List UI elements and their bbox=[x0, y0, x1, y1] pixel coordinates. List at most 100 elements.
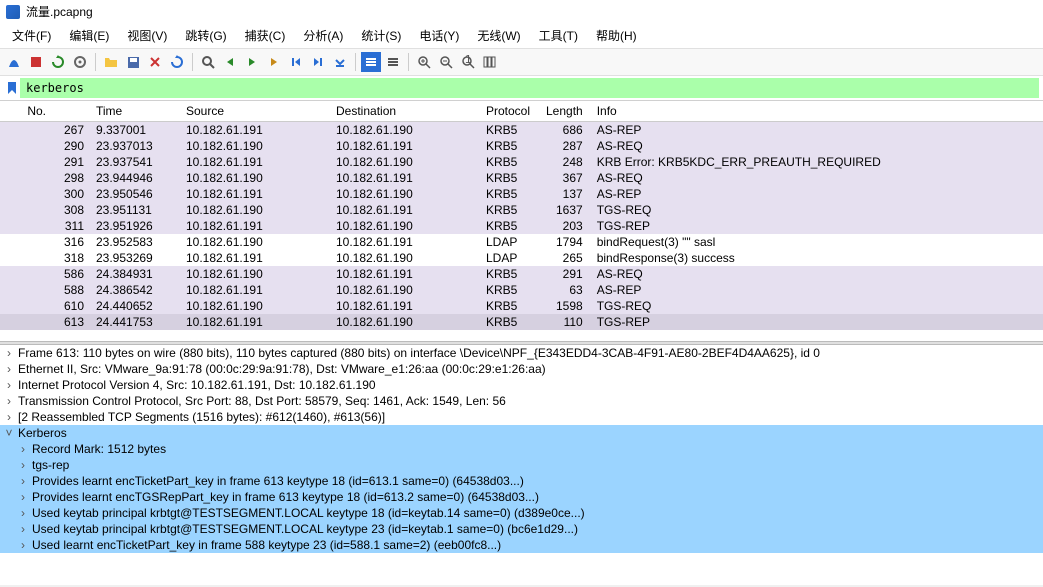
packet-row[interactable]: 31123.95192610.182.61.19110.182.61.190KR… bbox=[0, 218, 1043, 234]
detail-line[interactable]: › Frame 613: 110 bytes on wire (880 bits)… bbox=[0, 345, 1043, 361]
col-header-protocol[interactable]: Protocol bbox=[480, 101, 540, 122]
detail-text: Used keytab principal krbtgt@TESTSEGMENT… bbox=[32, 522, 578, 536]
menu-file[interactable]: 文件(F) bbox=[4, 25, 59, 46]
tree-twist-icon[interactable]: › bbox=[18, 474, 28, 488]
packet-row[interactable]: 58624.38493110.182.61.19010.182.61.191KR… bbox=[0, 266, 1043, 282]
open-file-icon[interactable] bbox=[101, 52, 121, 72]
colorize-icon[interactable] bbox=[361, 52, 381, 72]
tree-twist-icon[interactable]: › bbox=[4, 378, 14, 392]
detail-line[interactable]: › [2 Reassembled TCP Segments (1516 bytes… bbox=[0, 409, 1043, 425]
detail-text: Used learnt encTicketPart_key in frame 5… bbox=[32, 538, 501, 552]
tree-twist-icon[interactable]: › bbox=[18, 522, 28, 536]
tree-twist-icon[interactable]: › bbox=[18, 458, 28, 472]
detail-line[interactable]: › Used keytab principal krbtgt@TESTSEGMEN… bbox=[0, 521, 1043, 537]
packet-row[interactable]: 61324.44175310.182.61.19110.182.61.190KR… bbox=[0, 314, 1043, 330]
detail-text: Provides learnt encTicketPart_key in fra… bbox=[32, 474, 524, 488]
toolbar-separator bbox=[95, 53, 96, 71]
tree-twist-icon[interactable]: › bbox=[18, 490, 28, 504]
col-header-source[interactable]: Source bbox=[180, 101, 330, 122]
menu-analyze[interactable]: 分析(A) bbox=[295, 25, 351, 46]
tree-twist-icon[interactable]: › bbox=[4, 394, 14, 408]
tree-twist-icon[interactable]: › bbox=[18, 442, 28, 456]
packet-row[interactable]: 58824.38654210.182.61.19110.182.61.190KR… bbox=[0, 282, 1043, 298]
detail-text: Used keytab principal krbtgt@TESTSEGMENT… bbox=[32, 506, 585, 520]
menu-help[interactable]: 帮助(H) bbox=[588, 25, 645, 46]
last-packet-icon[interactable] bbox=[308, 52, 328, 72]
detail-line[interactable]: › Provides learnt encTicketPart_key in fr… bbox=[0, 473, 1043, 489]
display-filter-input[interactable] bbox=[20, 78, 1039, 98]
detail-line[interactable]: › tgs-rep bbox=[0, 457, 1043, 473]
packet-list[interactable]: No. Time Source Destination Protocol Len… bbox=[0, 101, 1043, 341]
close-file-icon[interactable] bbox=[145, 52, 165, 72]
tree-twist-icon[interactable]: › bbox=[4, 362, 14, 376]
zoom-out-icon[interactable] bbox=[436, 52, 456, 72]
packet-row[interactable]: 31623.95258310.182.61.19010.182.61.191LD… bbox=[0, 234, 1043, 250]
tree-twist-icon[interactable]: ˅ bbox=[4, 426, 14, 440]
packet-list-header[interactable]: No. Time Source Destination Protocol Len… bbox=[0, 101, 1043, 122]
find-icon[interactable] bbox=[198, 52, 218, 72]
packet-row[interactable]: 29823.94494610.182.61.19010.182.61.191KR… bbox=[0, 170, 1043, 186]
detail-line[interactable]: ›Record Mark: 1512 bytes bbox=[0, 441, 1043, 457]
detail-line[interactable]: › Provides learnt encTGSRepPart_key in fr… bbox=[0, 489, 1043, 505]
menu-tools[interactable]: 工具(T) bbox=[531, 25, 586, 46]
svg-text:1: 1 bbox=[465, 55, 472, 66]
detail-text: [2 Reassembled TCP Segments (1516 bytes)… bbox=[18, 410, 385, 424]
detail-text: tgs-rep bbox=[32, 458, 69, 472]
col-header-time[interactable]: Time bbox=[90, 101, 180, 122]
packet-row[interactable]: 30823.95113110.182.61.19010.182.61.191KR… bbox=[0, 202, 1043, 218]
menu-telephony[interactable]: 电话(Y) bbox=[411, 25, 467, 46]
toolbar-separator bbox=[408, 53, 409, 71]
packet-row[interactable]: 2679.33700110.182.61.19110.182.61.190KRB… bbox=[0, 122, 1043, 139]
goto-packet-icon[interactable] bbox=[264, 52, 284, 72]
restart-capture-icon[interactable] bbox=[48, 52, 68, 72]
detail-text: Ethernet II, Src: VMware_9a:91:78 (00:0c… bbox=[18, 362, 546, 376]
zoom-reset-icon[interactable]: 1 bbox=[458, 52, 478, 72]
col-header-destination[interactable]: Destination bbox=[330, 101, 480, 122]
filter-bookmark-icon[interactable] bbox=[4, 80, 20, 96]
menu-go[interactable]: 跳转(G) bbox=[177, 25, 234, 46]
wireshark-icon bbox=[6, 5, 20, 19]
tree-twist-icon[interactable]: › bbox=[4, 410, 14, 424]
detail-text: Frame 613: 110 bytes on wire (880 bits),… bbox=[18, 346, 820, 360]
tree-twist-icon[interactable]: › bbox=[4, 346, 14, 360]
filter-bar bbox=[0, 76, 1043, 101]
reload-icon[interactable] bbox=[167, 52, 187, 72]
zoom-in-icon[interactable] bbox=[414, 52, 434, 72]
detail-line[interactable]: › Used learnt encTicketPart_key in frame … bbox=[0, 537, 1043, 553]
menu-stats[interactable]: 统计(S) bbox=[353, 25, 409, 46]
tree-twist-icon[interactable]: › bbox=[18, 538, 28, 552]
tree-twist-icon[interactable]: › bbox=[18, 506, 28, 520]
packet-details[interactable]: › Frame 613: 110 bytes on wire (880 bits)… bbox=[0, 345, 1043, 585]
next-packet-icon[interactable] bbox=[242, 52, 262, 72]
packet-row[interactable]: 61024.44065210.182.61.19010.182.61.191KR… bbox=[0, 298, 1043, 314]
detail-line[interactable]: ›Transmission Control Protocol, Src Port… bbox=[0, 393, 1043, 409]
resize-columns-icon[interactable] bbox=[480, 52, 500, 72]
menu-edit[interactable]: 编辑(E) bbox=[61, 25, 117, 46]
auto-scroll-live-icon[interactable] bbox=[383, 52, 403, 72]
detail-text: Provides learnt encTGSRepPart_key in fra… bbox=[32, 490, 539, 504]
menu-capture[interactable]: 捕获(C) bbox=[237, 25, 294, 46]
packet-row[interactable]: 29023.93701310.182.61.19010.182.61.191KR… bbox=[0, 138, 1043, 154]
col-header-length[interactable]: Length bbox=[540, 101, 591, 122]
detail-line[interactable]: › Ethernet II, Src: VMware_9a:91:78 (00:0… bbox=[0, 361, 1043, 377]
menu-wireless[interactable]: 无线(W) bbox=[469, 25, 528, 46]
detail-line[interactable]: ˅Kerberos bbox=[0, 425, 1043, 441]
capture-options-icon[interactable] bbox=[70, 52, 90, 72]
menubar: 文件(F) 编辑(E) 视图(V) 跳转(G) 捕获(C) 分析(A) 统计(S… bbox=[0, 23, 1043, 48]
detail-text: Internet Protocol Version 4, Src: 10.182… bbox=[18, 378, 376, 392]
first-packet-icon[interactable] bbox=[286, 52, 306, 72]
toolbar-separator bbox=[192, 53, 193, 71]
packet-row[interactable]: 29123.93754110.182.61.19110.182.61.190KR… bbox=[0, 154, 1043, 170]
start-capture-icon[interactable] bbox=[4, 52, 24, 72]
detail-line[interactable]: › Internet Protocol Version 4, Src: 10.18… bbox=[0, 377, 1043, 393]
detail-line[interactable]: › Used keytab principal krbtgt@TESTSEGMEN… bbox=[0, 505, 1043, 521]
packet-row[interactable]: 31823.95326910.182.61.19110.182.61.190LD… bbox=[0, 250, 1043, 266]
col-header-info[interactable]: Info bbox=[591, 101, 1043, 122]
save-file-icon[interactable] bbox=[123, 52, 143, 72]
autoscroll-icon[interactable] bbox=[330, 52, 350, 72]
col-header-no[interactable]: No. bbox=[0, 101, 50, 122]
stop-capture-icon[interactable] bbox=[26, 52, 46, 72]
menu-view[interactable]: 视图(V) bbox=[119, 25, 175, 46]
prev-packet-icon[interactable] bbox=[220, 52, 240, 72]
packet-row[interactable]: 30023.95054610.182.61.19110.182.61.190KR… bbox=[0, 186, 1043, 202]
